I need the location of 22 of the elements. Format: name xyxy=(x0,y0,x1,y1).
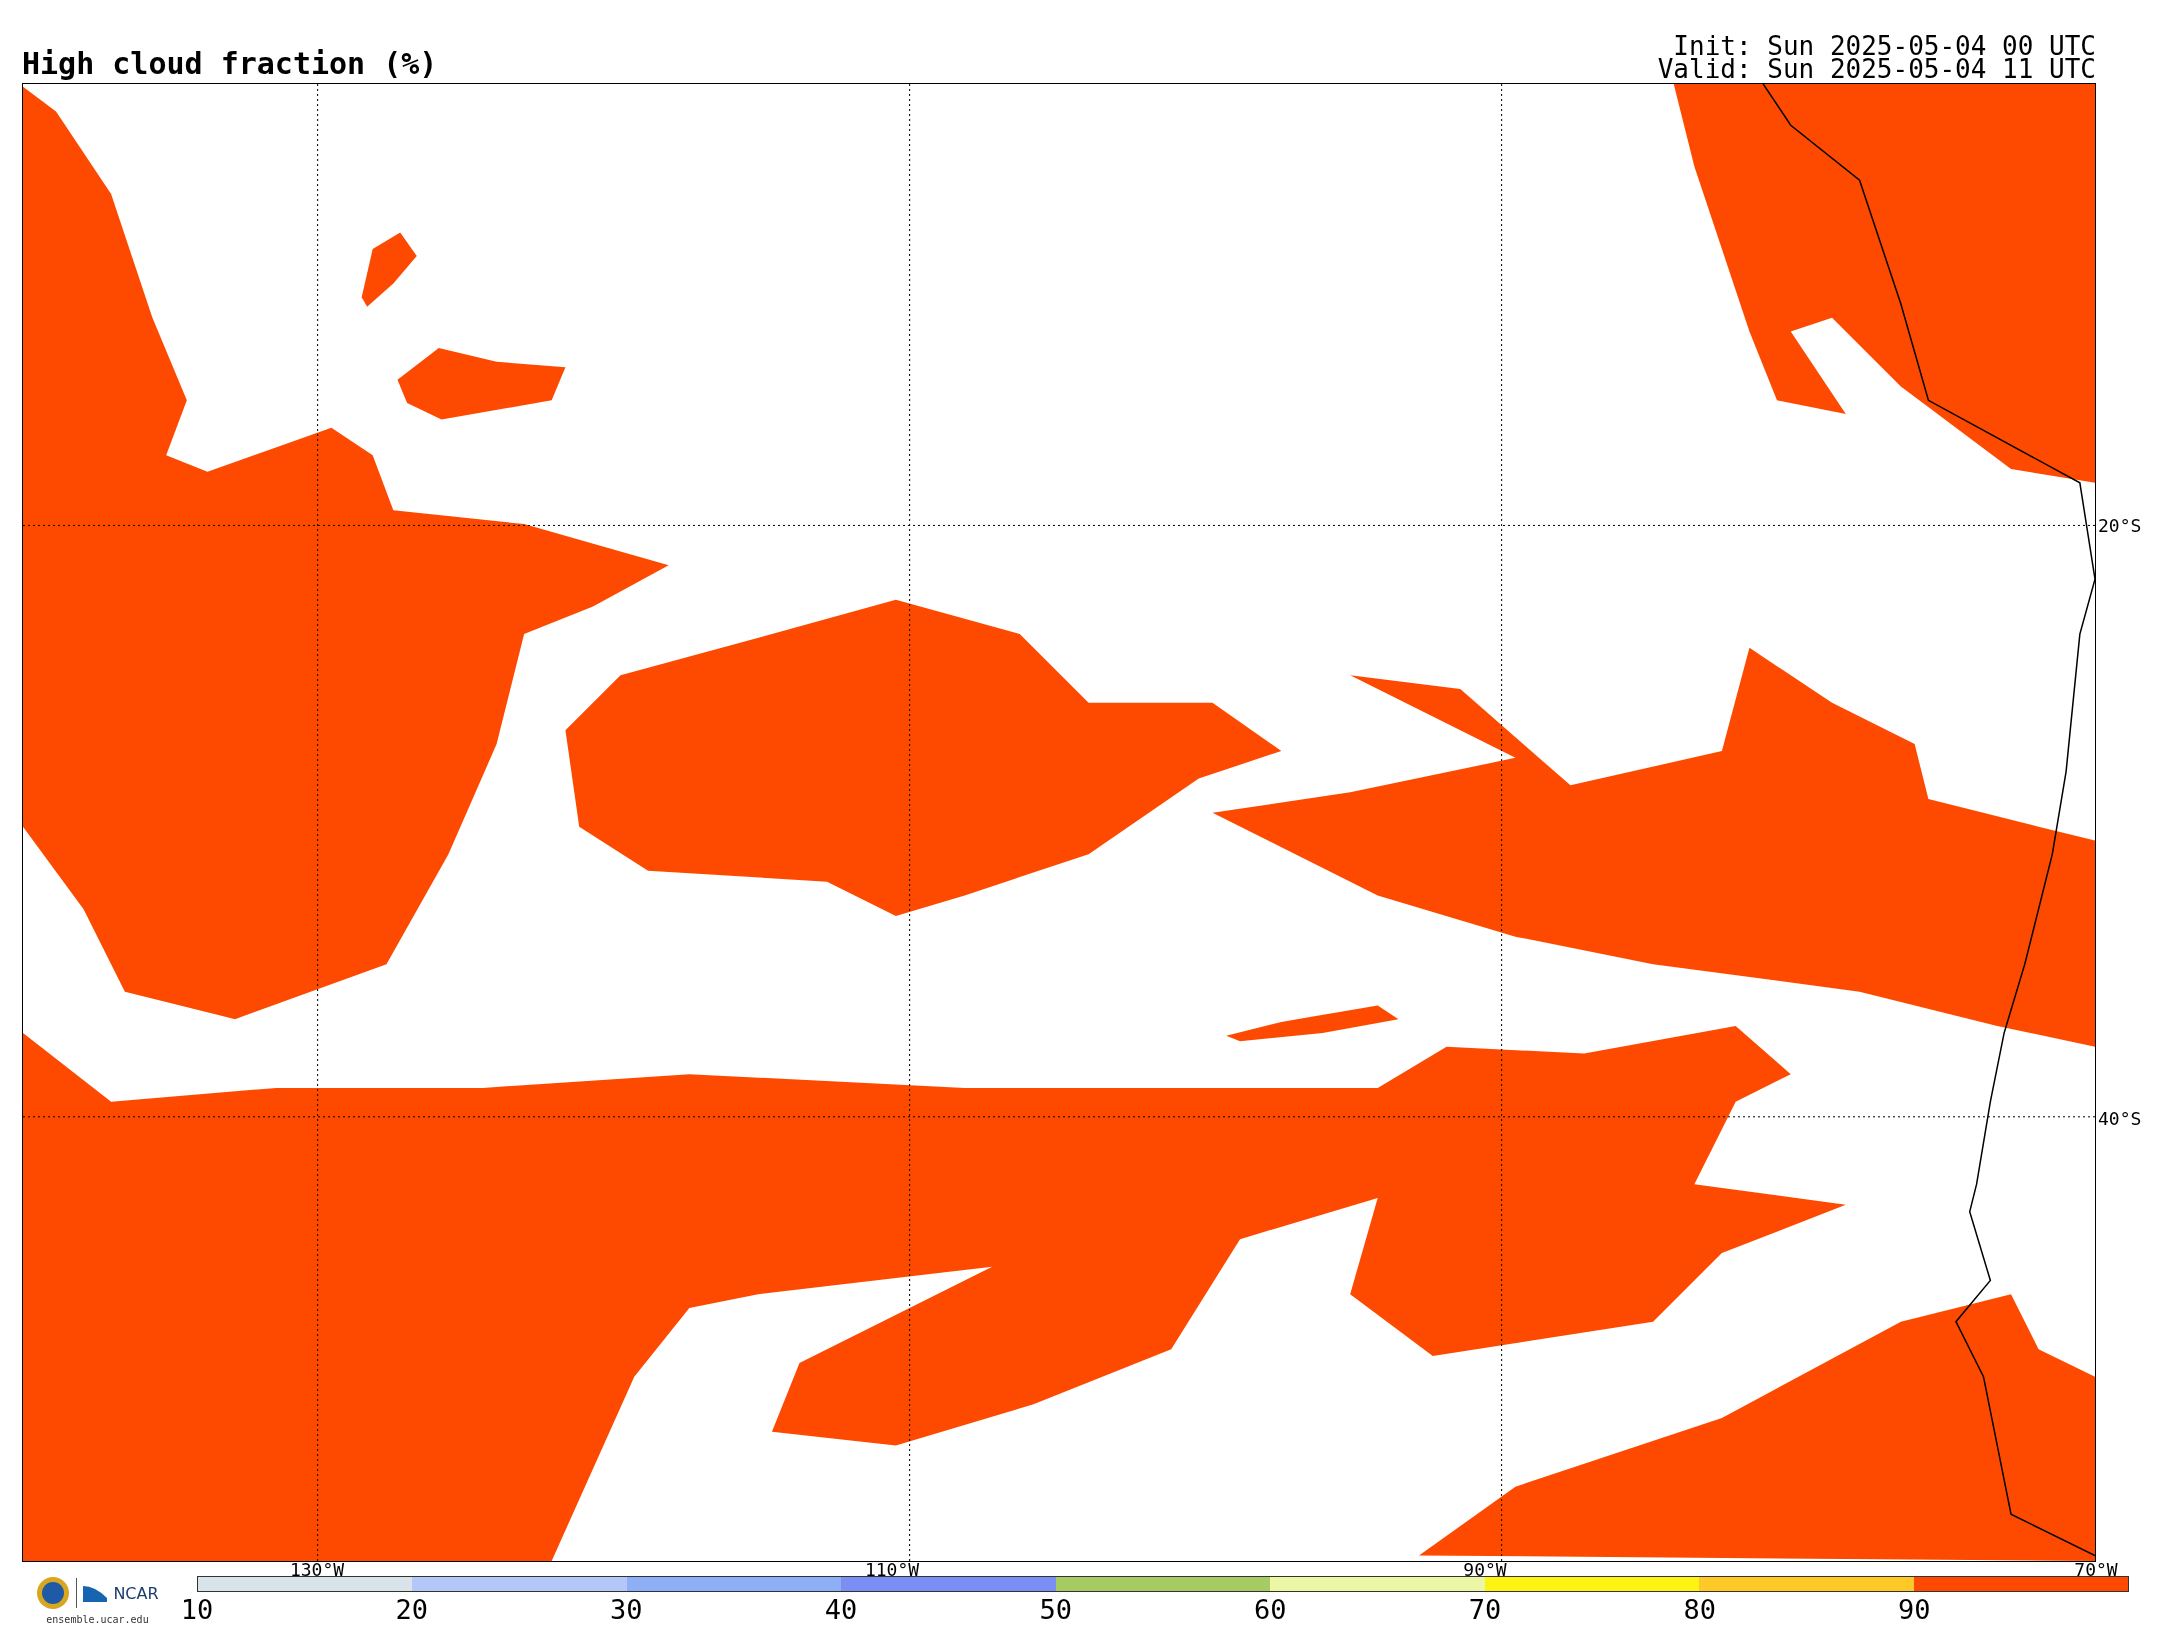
longitude-label: 130°W xyxy=(289,1561,345,1579)
seal-icon xyxy=(36,1576,71,1610)
latitude-label: 20°S xyxy=(2098,514,2142,536)
scale-label: 80 xyxy=(1683,1594,1716,1625)
scale-label: 70 xyxy=(1468,1594,1502,1625)
scale-label: 40 xyxy=(824,1594,858,1625)
longitude-label: 70°W xyxy=(2074,1561,2118,1579)
scale-label: 20 xyxy=(395,1594,428,1625)
scale-label: 30 xyxy=(610,1594,643,1625)
chart-title: High cloud fraction (%) xyxy=(22,49,438,83)
scale-label: 10 xyxy=(180,1594,214,1625)
longitude-label: 90°W xyxy=(1463,1561,1507,1579)
site-url: ensemble.ucar.edu xyxy=(46,1614,149,1625)
wave-logo-icon xyxy=(83,1584,108,1602)
init-time: Init: Sun 2025-05-04 00 UTC xyxy=(1673,35,2096,58)
valid-time: Valid: Sun 2025-05-04 11 UTC xyxy=(1657,58,2096,81)
logo-name: NCAR xyxy=(113,1583,159,1603)
latitude-label: 40°S xyxy=(2098,1107,2142,1129)
scale-label: 60 xyxy=(1254,1594,1287,1625)
longitude-label: 110°W xyxy=(864,1561,920,1579)
scale-label: 90 xyxy=(1898,1594,1931,1625)
scale-label: 50 xyxy=(1039,1594,1072,1625)
